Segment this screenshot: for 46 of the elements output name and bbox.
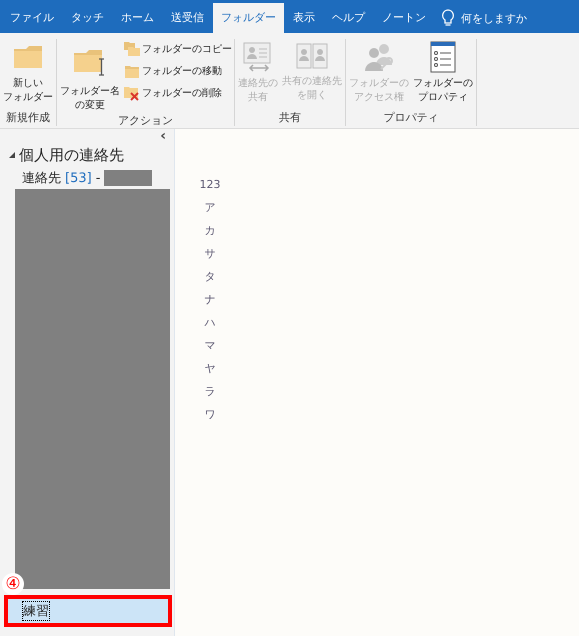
ribbon-button[interactable]: フォルダーのコピー xyxy=(123,39,232,59)
folder-copy-icon xyxy=(123,41,141,57)
folder-icon xyxy=(123,63,141,79)
separator-text: - xyxy=(96,170,100,186)
index-letter[interactable]: ワ xyxy=(195,403,225,426)
lightbulb-icon xyxy=(441,9,455,27)
tell-me-search[interactable]: 何をしますか xyxy=(441,3,527,33)
ribbon-button[interactable]: 新しい フォルダー xyxy=(2,39,54,110)
expanded-icon[interactable] xyxy=(9,152,15,158)
collapse-button[interactable]: ‹ xyxy=(160,129,166,143)
ribbon-tab[interactable]: ファイル xyxy=(2,3,62,33)
index-letter[interactable]: ハ xyxy=(195,311,225,334)
folder-tree-item[interactable]: 個人用の連絡先 xyxy=(0,143,174,167)
folder-name[interactable]: 連絡先 xyxy=(22,169,61,187)
ribbon-tab[interactable]: ノートン xyxy=(374,3,434,33)
index-letter[interactable]: ラ xyxy=(195,380,225,403)
folder-tree-item[interactable]: 練習 xyxy=(8,599,168,623)
group-label: 共有 xyxy=(278,110,302,126)
address-book-icon xyxy=(295,41,329,71)
ribbon-tab[interactable]: ホーム xyxy=(113,3,162,33)
properties-icon xyxy=(429,41,457,73)
ribbon-button[interactable]: フォルダーの削除 xyxy=(123,83,232,103)
folder-delete-icon xyxy=(123,85,141,101)
ribbon-tab[interactable]: ヘルプ xyxy=(324,3,373,33)
index-letter[interactable]: ナ xyxy=(195,288,225,311)
ribbon-button[interactable]: フォルダー名 の変更 xyxy=(59,39,121,113)
index-letter[interactable]: ヤ xyxy=(195,357,225,380)
group-label: プロパティ xyxy=(382,110,440,126)
group-label: 新規作成 xyxy=(5,110,51,126)
step-number-badge: ④ xyxy=(2,573,24,595)
group-label: アクション xyxy=(117,113,174,129)
ribbon-button[interactable]: フォルダーの移動 xyxy=(123,61,232,81)
people-key-icon xyxy=(362,41,396,73)
ribbon-tab[interactable]: フォルダー xyxy=(213,3,284,33)
ribbon-tab[interactable]: 表示 xyxy=(285,3,323,33)
ribbon-button[interactable]: フォルダーの プロパティ xyxy=(412,39,474,110)
index-letter[interactable]: サ xyxy=(195,242,225,265)
ribbon-tab[interactable]: タッチ xyxy=(63,3,112,33)
index-letter[interactable]: マ xyxy=(195,334,225,357)
index-letter[interactable]: カ xyxy=(195,219,225,242)
item-count: [53] xyxy=(65,170,92,186)
index-letter[interactable]: 123 xyxy=(195,173,225,196)
index-letter[interactable]: ア xyxy=(195,196,225,219)
ribbon-tab[interactable]: 送受信 xyxy=(163,3,212,33)
redaction-block xyxy=(104,170,152,186)
index-letter[interactable]: タ xyxy=(195,265,225,288)
